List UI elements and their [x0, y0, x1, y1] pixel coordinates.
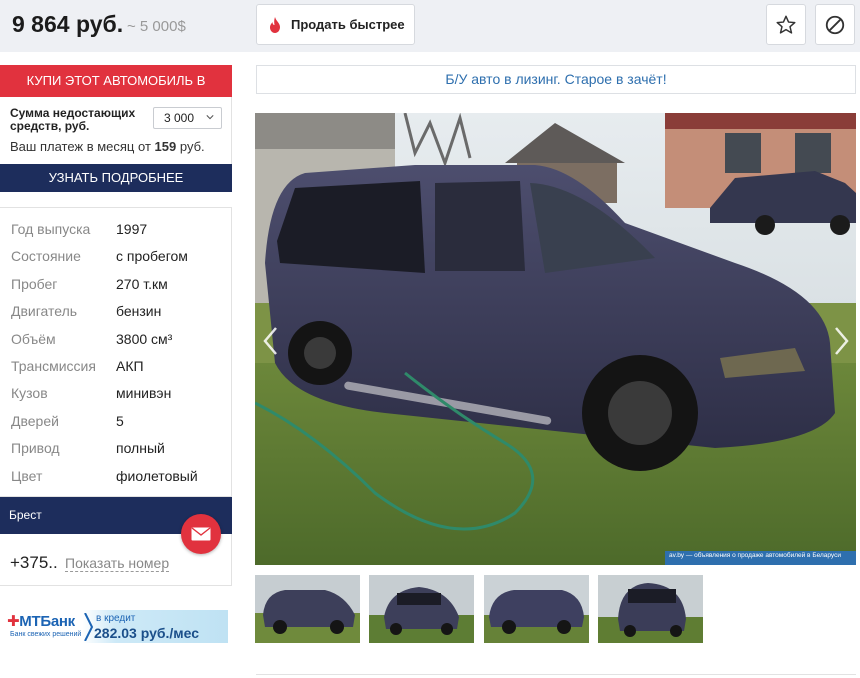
block-button[interactable] [815, 4, 855, 45]
amount-label: Сумма недостающих средств, руб. [10, 106, 136, 133]
spec-value: 1997 [116, 221, 148, 237]
spec-key: Пробег [11, 276, 58, 292]
flame-icon [270, 16, 280, 33]
bank-logo: ✚MTБанк [7, 612, 75, 630]
payment-suffix: руб. [179, 139, 205, 154]
spec-value: с пробегом [116, 248, 188, 264]
spec-key: Цвет [11, 468, 43, 484]
divider [256, 674, 856, 675]
star-icon [776, 15, 796, 34]
next-photo-icon[interactable] [832, 326, 850, 356]
bank-credit-banner[interactable]: ✚MTБанк Банк свежих решений в кредит 282… [4, 610, 228, 643]
learn-more-button[interactable]: УЗНАТЬ ПОДРОБНЕЕ [0, 164, 232, 192]
send-message-button[interactable] [181, 514, 221, 554]
main-photo[interactable] [255, 113, 856, 565]
specs-table: Год выпуска 1997 Состояние с пробегом Пр… [0, 207, 232, 497]
bank-credit-label: в кредит [96, 613, 136, 624]
top-bar: 9 864 руб. ~ 5 000$ Продать быстрее [0, 0, 860, 52]
spec-value: 270 т.км [116, 276, 168, 292]
bank-logo-mark: ✚ [7, 613, 20, 630]
show-number-link[interactable]: Показать номер [65, 556, 170, 572]
bank-tagline: Банк свежих решений [10, 631, 82, 638]
spec-key: Дверей [11, 413, 59, 429]
chevron-down-icon [206, 115, 214, 120]
spec-key: Состояние [11, 248, 81, 264]
payment-value: 159 [154, 139, 177, 154]
monthly-payment: Ваш платеж в месяц от 159 руб. [10, 139, 205, 154]
spec-key: Объём [11, 331, 56, 347]
price-usd: ~ 5 000$ [127, 18, 186, 35]
spec-value: 3800 см³ [116, 331, 173, 347]
amount-select[interactable]: 3 000 [153, 107, 222, 129]
photo-thumbnail[interactable] [598, 575, 703, 643]
spec-value: полный [116, 440, 165, 456]
spec-key: Трансмиссия [11, 358, 96, 374]
leasing-calculator: Сумма недостающих средств, руб. 3 000 Ва… [0, 97, 232, 164]
bank-logo-text: MTБанк [19, 613, 75, 630]
mail-icon [191, 527, 211, 541]
previous-photo-icon[interactable] [262, 326, 280, 356]
favorite-button[interactable] [766, 4, 806, 45]
spec-value: бензин [116, 303, 162, 319]
phone-number: +375.. [10, 553, 58, 572]
photo-watermark: av.by — объявления о продаже автомобилей… [669, 552, 841, 559]
bank-separator-icon [84, 613, 94, 641]
bank-credit-amount: 282.03 руб./мес [94, 625, 200, 641]
spec-value: АКП [116, 358, 144, 374]
sell-faster-button[interactable]: Продать быстрее [256, 4, 415, 45]
sell-faster-label: Продать быстрее [291, 17, 405, 32]
block-icon [825, 15, 845, 34]
photo-thumbnail[interactable] [255, 575, 360, 643]
spec-value: 5 [116, 413, 124, 429]
payment-prefix: Ваш платеж в месяц от [10, 139, 151, 154]
leasing-title[interactable]: КУПИ ЭТОТ АВТОМОБИЛЬ В ЛИЗИНГ [0, 65, 232, 120]
spec-key: Привод [11, 440, 60, 456]
spec-key: Год выпуска [11, 221, 91, 237]
photo-thumbnail[interactable] [369, 575, 474, 643]
spec-value: минивэн [116, 385, 172, 401]
spec-value: фиолетовый [116, 468, 198, 484]
photo-thumbnail[interactable] [484, 575, 589, 643]
spec-key: Кузов [11, 385, 48, 401]
spec-key: Двигатель [11, 303, 78, 319]
amount-value: 3 000 [164, 111, 195, 125]
price: 9 864 руб. [12, 11, 124, 37]
promo-banner[interactable]: Б/У авто в лизинг. Старое в зачёт! [256, 65, 856, 94]
